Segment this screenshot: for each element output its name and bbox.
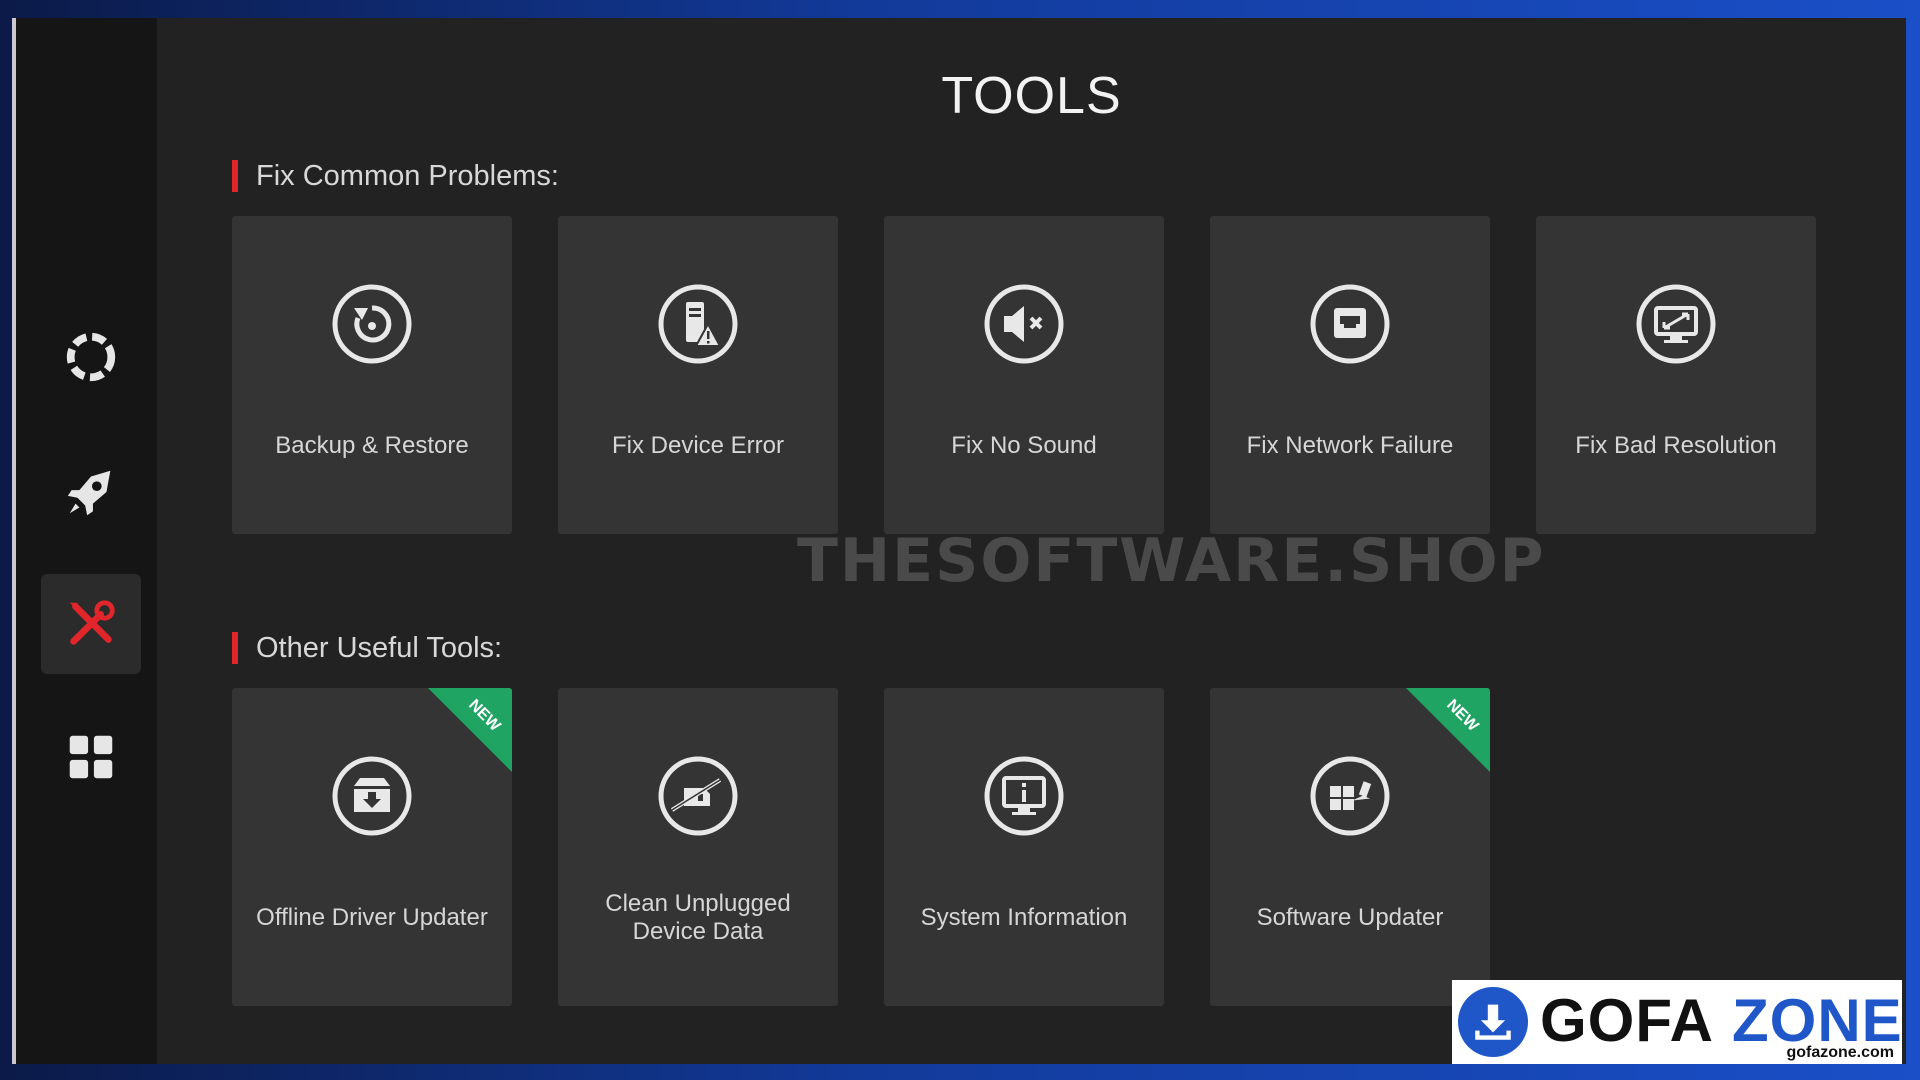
card-label: Fix Device Error [611, 432, 785, 459]
grid-apps-icon [69, 735, 113, 779]
card-software-updater[interactable]: NEW Software Updater [1210, 688, 1490, 1006]
section-accent-bar [232, 160, 238, 192]
gofazone-logo: GOFA ZONE gofazone.com [1452, 980, 1902, 1064]
device-error-icon [658, 284, 738, 364]
download-icon [1458, 987, 1528, 1057]
card-label: Fix Network Failure [1246, 432, 1454, 459]
clean-device-icon [658, 756, 738, 836]
card-fix-no-sound[interactable]: Fix No Sound [884, 216, 1164, 534]
app-window: TOOLS Fix Common Problems: Backup & Rest… [16, 18, 1906, 1064]
card-label: Backup & Restore [275, 432, 469, 459]
logo-word-gofa: GOFA [1540, 987, 1715, 1054]
rocket-icon [67, 470, 111, 516]
card-label: Clean Unplugged Device Data [605, 890, 791, 945]
backup-restore-icon [332, 284, 412, 364]
no-sound-icon [984, 284, 1064, 364]
tools-icon [69, 600, 115, 645]
card-clean-unplugged-device-data[interactable]: Clean Unplugged Device Data [558, 688, 838, 1006]
card-system-information[interactable]: System Information [884, 688, 1164, 1006]
card-fix-network-failure[interactable]: Fix Network Failure [1210, 216, 1490, 534]
card-label: Offline Driver Updater [256, 904, 488, 931]
software-updater-icon [1310, 756, 1390, 836]
main-content: TOOLS Fix Common Problems: Backup & Rest… [157, 18, 1906, 1064]
section-title-fix-common: Fix Common Problems: [232, 156, 559, 196]
sidebar [16, 18, 157, 1064]
resolution-icon [1636, 284, 1716, 364]
card-label: Fix Bad Resolution [1575, 432, 1777, 459]
new-badge: NEW [428, 688, 512, 772]
sidebar-item-scan[interactable] [41, 307, 141, 407]
section-title-text: Other Useful Tools: [256, 631, 503, 664]
logo-url: gofazone.com [1786, 1044, 1894, 1061]
section-accent-bar [232, 632, 238, 664]
card-label: System Information [920, 904, 1128, 931]
system-info-icon [984, 756, 1064, 836]
sidebar-item-tools[interactable] [41, 574, 141, 674]
new-badge: NEW [1406, 688, 1490, 772]
section-title-other-tools: Other Useful Tools: [232, 628, 502, 668]
network-failure-icon [1310, 284, 1390, 364]
card-fix-bad-resolution[interactable]: Fix Bad Resolution [1536, 216, 1816, 534]
page-title: TOOLS [941, 67, 1122, 125]
watermark-text: THESOFTWARE.SHOP [797, 526, 1546, 596]
card-backup-restore[interactable]: Backup & Restore [232, 216, 512, 534]
logo-text: GOFA ZONE gofazone.com [1540, 980, 1902, 1064]
card-label: Software Updater [1256, 904, 1444, 931]
sidebar-item-apps[interactable] [41, 707, 141, 807]
section-title-text: Fix Common Problems: [256, 159, 559, 192]
offline-driver-icon [332, 756, 412, 836]
sidebar-item-boost[interactable] [41, 442, 141, 542]
card-label: Fix No Sound [951, 432, 1097, 459]
card-fix-device-error[interactable]: Fix Device Error [558, 216, 838, 534]
card-offline-driver-updater[interactable]: NEW Offline Driver Updater [232, 688, 512, 1006]
scan-ring-icon [66, 332, 116, 382]
